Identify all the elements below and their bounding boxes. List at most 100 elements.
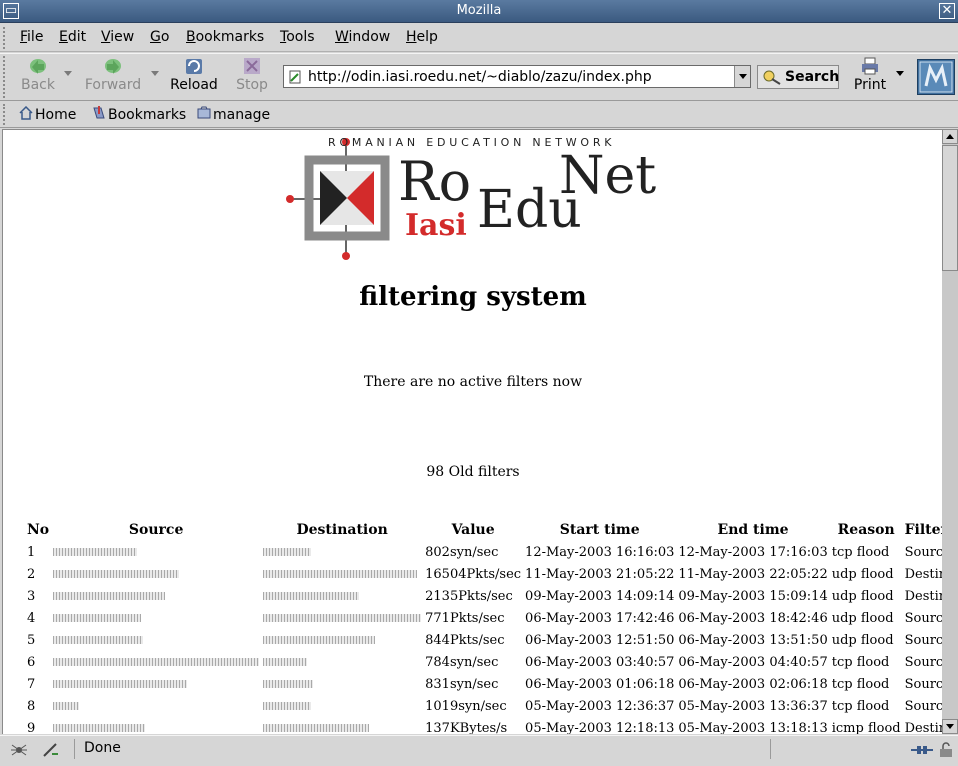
cell-start-time: 11-May-2003 21:05:22 bbox=[525, 566, 675, 582]
bookmarks-label: Bookmarks bbox=[108, 107, 187, 123]
cell-reason: udp flood bbox=[831, 610, 894, 626]
cell-source-redacted bbox=[51, 563, 261, 585]
status-text: Done bbox=[84, 740, 121, 756]
cell-reason: tcp flood bbox=[831, 544, 890, 560]
cell-filter-on: Source bbox=[904, 544, 942, 560]
cell-no: 3 bbox=[27, 588, 36, 604]
column-header-filter-on: Filter on bbox=[904, 522, 942, 538]
cell-reason: udp flood bbox=[831, 632, 894, 648]
cell-end-time: 06-May-2003 02:06:18 bbox=[678, 676, 828, 692]
column-header-no: No bbox=[27, 522, 50, 538]
cell-end-time: 05-May-2003 13:36:37 bbox=[678, 698, 828, 714]
bookmarks-button[interactable]: Bookmarks bbox=[92, 106, 186, 123]
menu-tools[interactable]: Tools bbox=[280, 29, 315, 45]
menubar-grip[interactable] bbox=[3, 27, 11, 49]
cell-source-redacted bbox=[51, 607, 261, 629]
online-icon[interactable] bbox=[910, 742, 934, 758]
cell-value: 831syn/sec bbox=[425, 676, 499, 692]
cell-value: 16504Pkts/sec bbox=[425, 566, 522, 582]
cell-start-time: 06-May-2003 03:40:57 bbox=[525, 654, 675, 670]
cell-end-time: 06-May-2003 13:51:50 bbox=[678, 632, 828, 648]
cell-no: 6 bbox=[27, 654, 36, 670]
cell-no: 7 bbox=[27, 676, 36, 692]
menu-edit[interactable]: Edit bbox=[59, 29, 86, 45]
cell-filter-on: Source bbox=[904, 654, 942, 670]
menu-bookmarks[interactable]: Bookmarks bbox=[186, 29, 264, 45]
mozilla-logo-icon[interactable] bbox=[917, 59, 955, 95]
menu-help[interactable]: Help bbox=[406, 29, 438, 45]
search-icon bbox=[763, 70, 781, 85]
status-security-icon[interactable] bbox=[42, 742, 60, 758]
cell-value: 2135Pkts/sec bbox=[425, 588, 513, 604]
cell-no: 9 bbox=[27, 720, 36, 735]
menu-file[interactable]: File bbox=[20, 29, 43, 45]
column-header-end-time: End time bbox=[717, 522, 789, 538]
cell-start-time: 12-May-2003 16:16:03 bbox=[525, 544, 675, 560]
table-row: 7 831syn/sec 06-May-2003 01:06:18 06-May… bbox=[25, 673, 942, 695]
menu-view[interactable]: View bbox=[101, 29, 134, 45]
cell-filter-on: Destination bbox=[904, 588, 942, 604]
url-dropdown-icon[interactable] bbox=[734, 66, 750, 87]
cell-destination-redacted bbox=[261, 607, 423, 629]
cell-destination-redacted bbox=[261, 673, 423, 695]
scroll-up-icon[interactable] bbox=[942, 129, 958, 144]
cell-end-time: 12-May-2003 17:16:03 bbox=[678, 544, 828, 560]
personal-toolbar-grip[interactable] bbox=[3, 104, 11, 125]
cell-reason: udp flood bbox=[831, 566, 894, 582]
url-input[interactable] bbox=[308, 67, 734, 86]
cell-no: 2 bbox=[27, 566, 36, 582]
cell-filter-on: Source bbox=[904, 632, 942, 648]
cell-value: 844Pkts/sec bbox=[425, 632, 505, 648]
cell-no: 1 bbox=[27, 544, 36, 560]
cell-filter-on: Source bbox=[904, 610, 942, 626]
reload-icon bbox=[186, 59, 202, 74]
window-title: Mozilla bbox=[456, 3, 502, 18]
status-spider-icon[interactable] bbox=[10, 742, 28, 758]
back-label: Back bbox=[21, 77, 55, 93]
menu-go[interactable]: Go bbox=[150, 29, 169, 45]
vertical-scrollbar[interactable] bbox=[942, 129, 958, 734]
print-dropdown-icon[interactable] bbox=[896, 71, 904, 76]
column-header-source: Source bbox=[128, 522, 184, 538]
scrollbar-thumb[interactable] bbox=[942, 145, 958, 271]
cell-source-redacted bbox=[51, 717, 261, 734]
search-button[interactable]: Search bbox=[757, 65, 839, 89]
back-button[interactable]: Back bbox=[18, 56, 58, 98]
table-row: 4 771Pkts/sec 06-May-2003 17:42:46 06-Ma… bbox=[25, 607, 942, 629]
manage-bookmark[interactable]: manage bbox=[197, 106, 270, 123]
forward-label: Forward bbox=[84, 77, 142, 93]
cell-end-time: 06-May-2003 18:42:46 bbox=[678, 610, 828, 626]
cell-reason: tcp flood bbox=[831, 654, 890, 670]
logo-ro-text: Ro bbox=[398, 150, 472, 213]
cell-no: 8 bbox=[27, 698, 36, 714]
cell-value: 137KBytes/s bbox=[425, 720, 508, 735]
cell-filter-on: Destination bbox=[904, 566, 942, 582]
status-bar: Done bbox=[0, 735, 958, 766]
reload-button[interactable]: Reload bbox=[168, 56, 220, 98]
page-proxy-icon[interactable] bbox=[288, 70, 302, 84]
cell-filter-on: Destination bbox=[904, 720, 942, 735]
url-bar[interactable] bbox=[283, 65, 751, 88]
navigation-toolbar: Back Forward Reload Stop Search bbox=[0, 53, 958, 101]
cell-end-time: 09-May-2003 15:09:14 bbox=[678, 588, 828, 604]
navbar-grip[interactable] bbox=[3, 56, 11, 98]
manage-icon bbox=[197, 106, 211, 119]
forward-dropdown-icon[interactable] bbox=[151, 71, 159, 76]
forward-button[interactable]: Forward bbox=[82, 56, 144, 98]
bookmarks-icon bbox=[93, 106, 105, 119]
close-icon[interactable]: ✕ bbox=[939, 3, 955, 19]
scroll-down-icon[interactable] bbox=[942, 719, 958, 734]
cell-reason: udp flood bbox=[831, 588, 894, 604]
home-button[interactable]: Home bbox=[19, 106, 76, 123]
filters-table: No Source Destination Value Start time E… bbox=[25, 519, 942, 734]
table-row: 3 2135Pkts/sec 09-May-2003 14:09:14 09-M… bbox=[25, 585, 942, 607]
column-header-value: Value bbox=[451, 522, 495, 538]
window-titlebar: ▭ Mozilla ✕ bbox=[0, 0, 958, 23]
lock-icon[interactable] bbox=[937, 742, 955, 758]
print-button[interactable]: Print bbox=[850, 56, 890, 98]
back-dropdown-icon[interactable] bbox=[64, 71, 72, 76]
cell-destination-redacted bbox=[261, 717, 423, 734]
search-label: Search bbox=[785, 69, 840, 85]
menu-window[interactable]: Window bbox=[335, 29, 390, 45]
stop-button[interactable]: Stop bbox=[232, 56, 272, 98]
